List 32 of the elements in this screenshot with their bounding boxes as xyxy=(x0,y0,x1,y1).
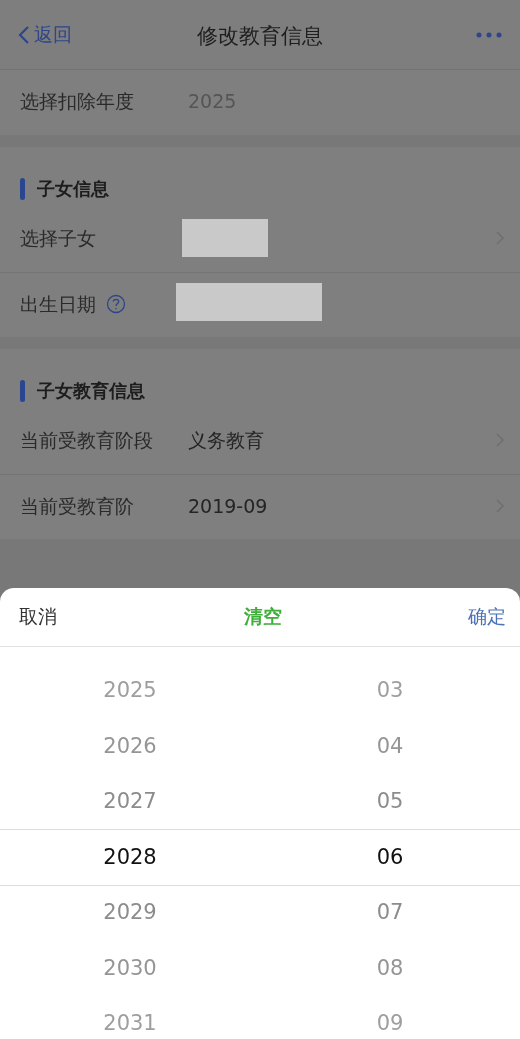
month-option[interactable]: 05 xyxy=(376,774,404,830)
month-option[interactable]: 03 xyxy=(376,663,404,719)
year-option[interactable]: 2026 xyxy=(103,718,157,774)
field-label: 出生日期 xyxy=(20,292,96,317)
section-title: 子女信息 xyxy=(37,177,109,201)
page-title: 修改教育信息 xyxy=(197,23,323,50)
year-option[interactable]: 2028 xyxy=(103,829,157,885)
month-option[interactable]: 04 xyxy=(376,718,404,774)
year-option[interactable]: 2031 xyxy=(103,996,157,1039)
cancel-button[interactable]: 取消 xyxy=(19,604,57,630)
field-label: 当前受教育阶 xyxy=(20,494,134,519)
month-option[interactable]: 06 xyxy=(376,829,404,885)
section-marker xyxy=(20,178,25,200)
field-value: 2019-09 xyxy=(188,494,268,519)
field-label: 选择子女 xyxy=(20,226,96,251)
clear-button[interactable]: 清空 xyxy=(243,604,282,630)
section-title: 子女教育信息 xyxy=(37,379,145,403)
year-option[interactable]: 2025 xyxy=(103,663,157,719)
month-option[interactable]: 07 xyxy=(376,885,404,941)
back-button[interactable]: 返回 xyxy=(18,21,72,48)
month-option[interactable]: 09 xyxy=(376,996,404,1039)
year-option[interactable]: 2027 xyxy=(103,774,157,830)
back-chevron-icon xyxy=(18,24,30,45)
field-label: 选择扣除年度 xyxy=(20,89,134,114)
help-icon[interactable] xyxy=(106,294,126,314)
field-value: 义务教育 xyxy=(188,428,264,453)
confirm-button[interactable]: 确定 xyxy=(468,604,506,630)
field-label: 当前受教育阶段 xyxy=(20,428,153,453)
section-marker xyxy=(20,380,25,402)
month-option[interactable]: 08 xyxy=(376,940,404,996)
year-option[interactable]: 2030 xyxy=(103,940,157,996)
year-option[interactable]: 2029 xyxy=(103,885,157,941)
